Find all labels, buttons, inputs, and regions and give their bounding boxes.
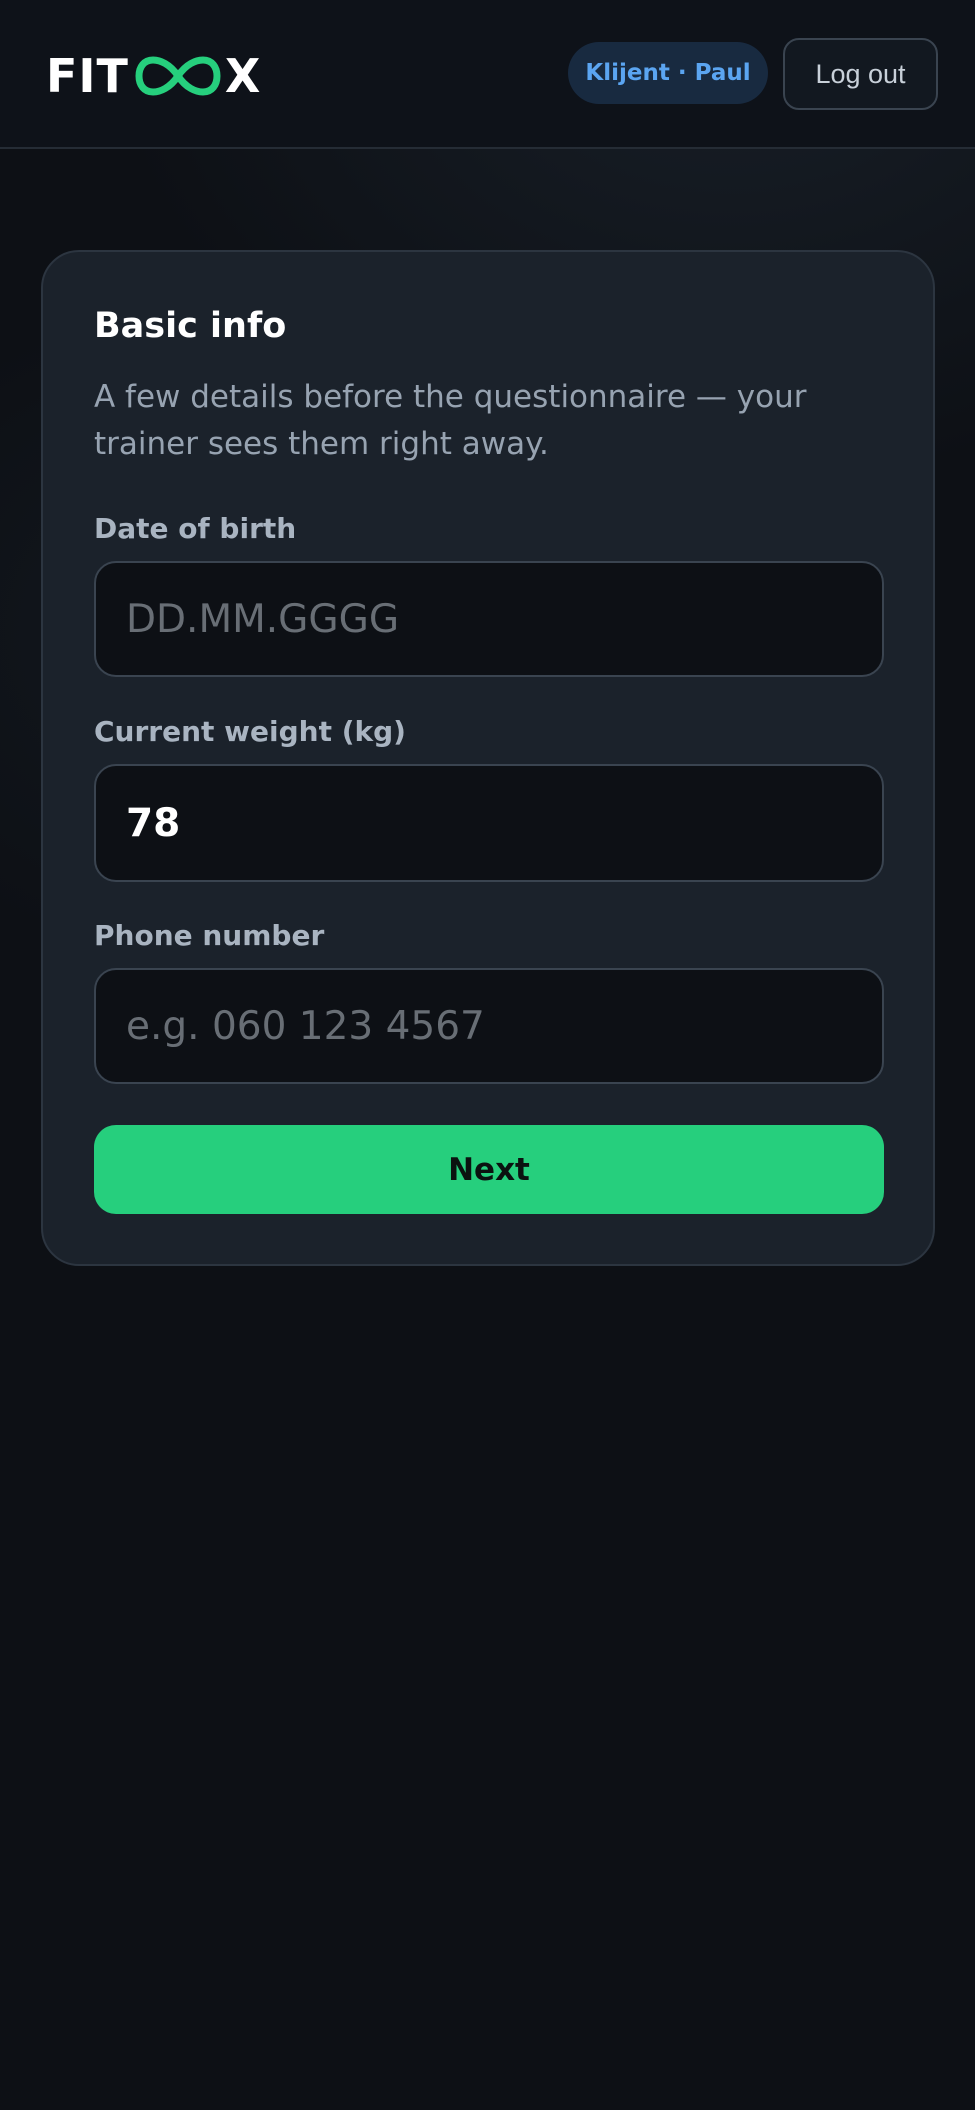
top-bar: FIT X Klijent · Paul Log out: [0, 0, 975, 149]
app-logo: FIT X: [46, 48, 261, 104]
infinity-icon: [135, 56, 221, 96]
user-role-badge: Klijent · Paul: [568, 42, 768, 104]
card-title: Basic info: [94, 306, 287, 346]
logo-text-right: X: [224, 49, 262, 103]
next-button[interactable]: Next: [94, 1125, 884, 1214]
logout-button[interactable]: Log out: [783, 38, 938, 110]
current-weight-label: Current weight (kg): [94, 715, 406, 748]
current-weight-input[interactable]: [94, 764, 884, 882]
basic-info-card: Basic info A few details before the ques…: [41, 250, 935, 1266]
date-of-birth-label: Date of birth: [94, 512, 297, 545]
logo-text-left: FIT: [46, 49, 129, 103]
card-description: A few details before the questionnaire —…: [94, 379, 807, 462]
date-of-birth-input[interactable]: [94, 561, 884, 677]
app-page: FIT X Klijent · Paul Log out Basic info …: [0, 0, 975, 2110]
phone-number-input[interactable]: [94, 968, 884, 1084]
phone-number-label: Phone number: [94, 919, 325, 952]
